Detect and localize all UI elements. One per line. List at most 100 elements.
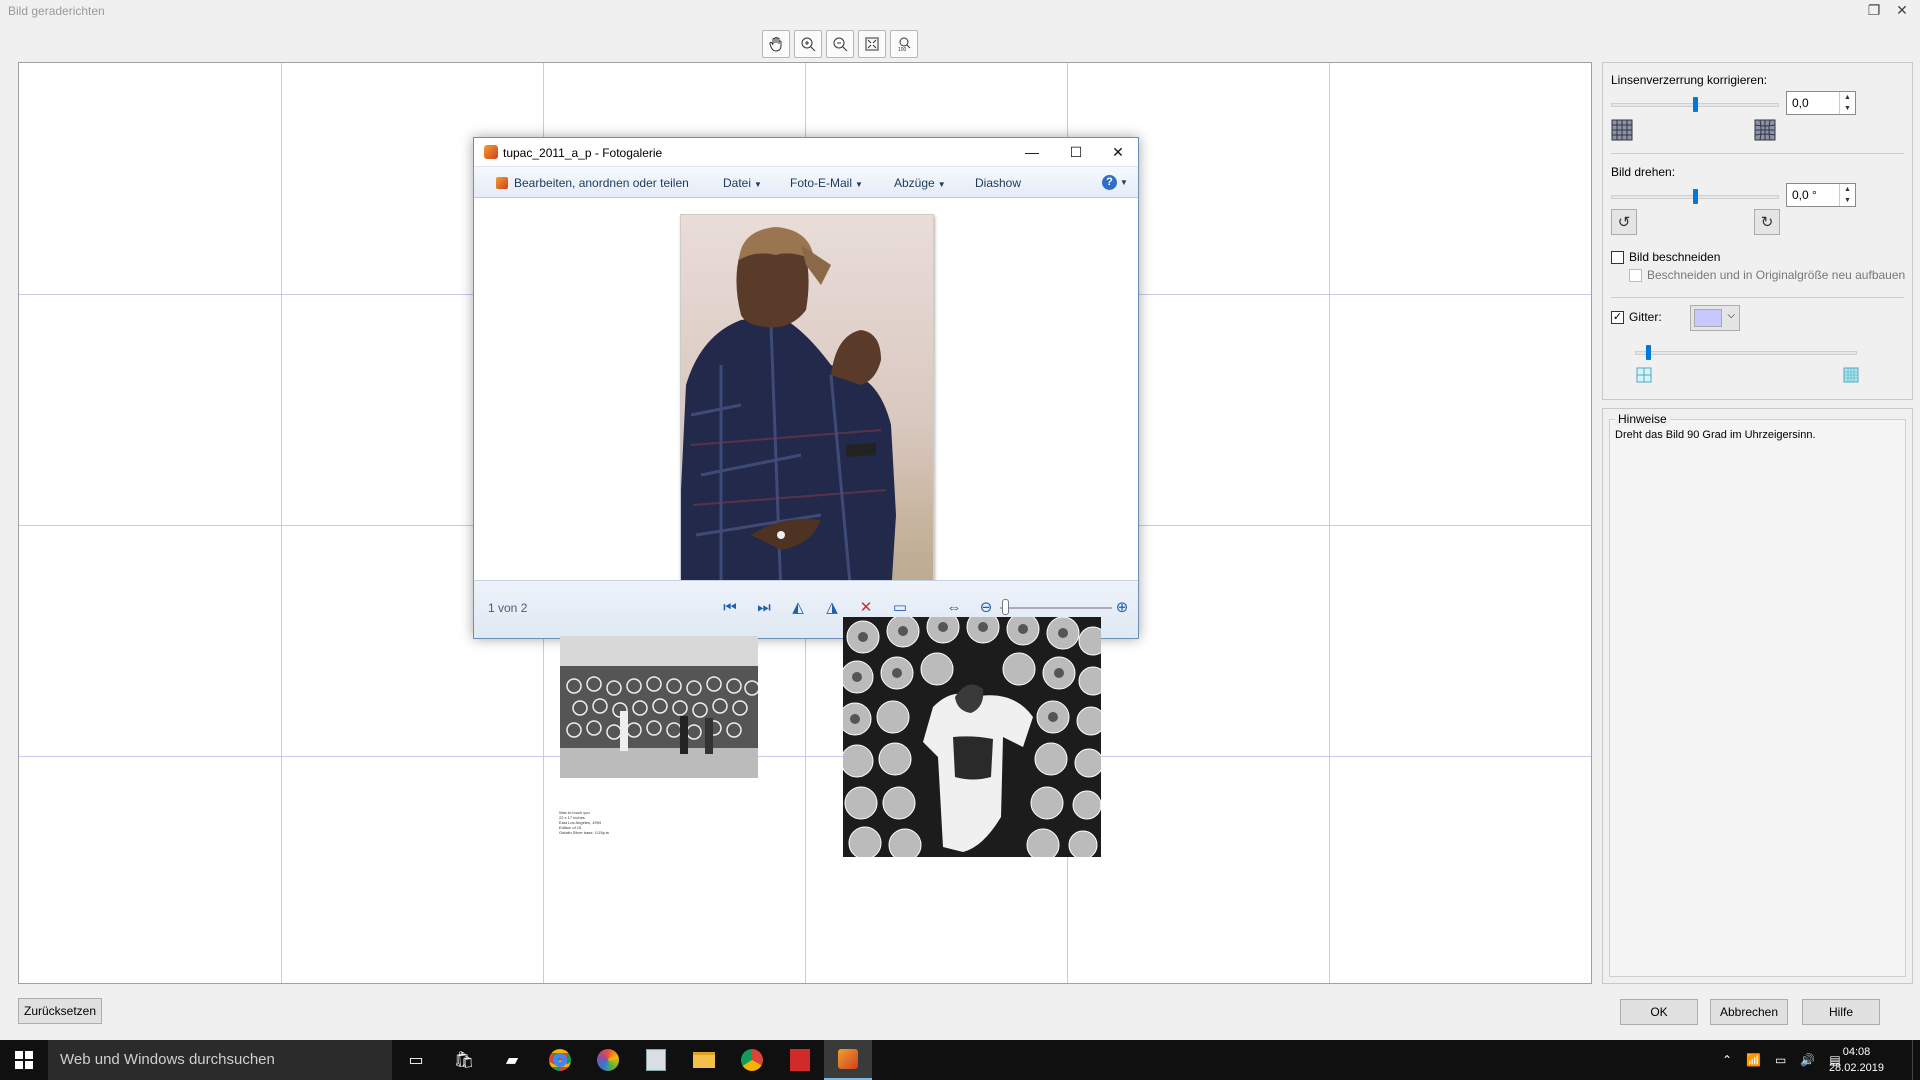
reset-button[interactable]: Zurücksetzen <box>18 998 102 1024</box>
lens-slider-thumb[interactable] <box>1693 97 1698 112</box>
system-tray: ⌃ 📶 ▭ 🔊 ▤ <box>1722 1040 1841 1080</box>
zoom-out-icon[interactable] <box>826 30 854 58</box>
menu-slideshow: Diashow <box>975 176 1021 190</box>
hand-icon[interactable] <box>762 30 790 58</box>
menu-prints-label: Abzüge <box>894 176 935 190</box>
preview-canvas[interactable]: tupac_2011_a_p - Fotogalerie — ☐ ✕ Bearb… <box>18 62 1592 984</box>
photo-gallery-titlebar: tupac_2011_a_p - Fotogalerie — ☐ ✕ <box>474 138 1138 166</box>
grid-line <box>1329 63 1330 983</box>
spinner-arrows-icon[interactable]: ▲ ▼ <box>1839 92 1855 114</box>
taskbar-clock[interactable]: 04:08 28.02.2019 <box>1829 1044 1884 1076</box>
bw-hubcap-photo <box>843 617 1101 857</box>
task-view-icon[interactable]: ▭ <box>392 1040 440 1080</box>
grid-line <box>19 756 1591 757</box>
photo-gallery-menubar: Bearbeiten, anordnen oder teilen Datei ▼ … <box>474 166 1138 198</box>
rotate-slider-thumb[interactable] <box>1693 189 1698 204</box>
cancel-button[interactable]: Abbrechen <box>1710 999 1788 1025</box>
clock-time: 04:08 <box>1842 1046 1871 1058</box>
hints-box <box>1609 419 1906 977</box>
rotate-right-button[interactable]: ↻ <box>1754 209 1780 235</box>
ok-button[interactable]: OK <box>1620 999 1698 1025</box>
hints-text: Dreht das Bild 90 Grad im Uhrzeigersinn. <box>1615 429 1816 441</box>
file-explorer-icon[interactable] <box>680 1040 728 1080</box>
menu-file-label: Datei <box>723 176 752 190</box>
hints-panel: Hinweise Dreht das Bild 90 Grad im Uhrze… <box>1602 408 1913 984</box>
svg-text:100: 100 <box>898 47 907 52</box>
volume-icon[interactable]: 🔊 <box>1800 1053 1815 1067</box>
crop-label: Bild beschneiden <box>1629 250 1721 264</box>
lens-value-spinner[interactable]: 0,0 ▲ ▼ <box>1786 91 1856 115</box>
spinner-arrows-icon[interactable]: ▲ ▼ <box>1839 184 1855 206</box>
grid-line <box>281 63 282 983</box>
slideshow-icon: ▭ <box>892 599 908 616</box>
menu-edit: Bearbeiten, anordnen oder teilen <box>496 176 689 190</box>
fine-grid-icon <box>1843 367 1859 383</box>
windows-logo-icon <box>15 1051 33 1069</box>
document-app-icon[interactable] <box>632 1040 680 1080</box>
pincushion-distortion-icon <box>1754 119 1776 141</box>
rotate-cw-icon: ↻ <box>1760 214 1774 231</box>
menu-prints: Abzüge ▼ <box>894 176 946 190</box>
fit-window-icon[interactable] <box>858 30 886 58</box>
crop-checkbox[interactable] <box>1611 251 1624 264</box>
dialog-title: Bild geraderichten <box>8 4 105 18</box>
photo-gallery-title: tupac_2011_a_p - Fotogalerie <box>503 146 663 160</box>
fit-icon: ⇔ <box>946 598 962 616</box>
barrel-distortion-icon <box>1611 119 1633 141</box>
chevron-up-icon[interactable]: ⌃ <box>1722 1053 1732 1067</box>
taskbar: Web und Windows durchsuchen ▭ 🛍 ▰ ⌃ 📶 ▭ … <box>0 1040 1920 1080</box>
rebuild-checkbox[interactable] <box>1629 269 1642 282</box>
photo-counter: 1 von 2 <box>488 601 528 615</box>
photos-icon[interactable]: ▰ <box>488 1040 536 1080</box>
hints-title: Hinweise <box>1615 412 1670 426</box>
help-button[interactable]: Hilfe <box>1802 999 1880 1025</box>
next-image-icon: ⏭ <box>757 598 771 616</box>
clock-date: 28.02.2019 <box>1828 1062 1884 1074</box>
lens-value: 0,0 <box>1792 96 1809 110</box>
grid-label: Gitter: <box>1629 310 1662 324</box>
zoom-out-icon: ⊖ <box>979 599 993 616</box>
start-button[interactable] <box>0 1040 48 1080</box>
store-icon[interactable]: 🛍 <box>440 1040 488 1080</box>
maximize-icon: ☐ <box>1069 144 1083 160</box>
first-image-icon: ⏮ <box>723 598 737 616</box>
chrome-icon[interactable] <box>536 1040 584 1080</box>
grid-color-dropdown[interactable]: ⌵ <box>1690 305 1740 331</box>
chrome-profile-icon[interactable] <box>728 1040 776 1080</box>
pdf-app-icon[interactable] <box>776 1040 824 1080</box>
rotate-ccw-icon: ↺ <box>1617 214 1631 231</box>
close-icon[interactable]: ✕ <box>1890 1 1914 21</box>
zoom-slider-thumb <box>1002 599 1009 615</box>
bw-street-photo <box>560 636 758 778</box>
menu-email: Foto-E-Mail ▼ <box>790 176 863 190</box>
taskbar-search-box[interactable]: Web und Windows durchsuchen <box>48 1040 392 1080</box>
grid-checkbox[interactable]: ✓ <box>1611 311 1624 324</box>
rotate-value-spinner[interactable]: 0,0 ° ▲ ▼ <box>1786 183 1856 207</box>
rotate-left-button[interactable]: ↺ <box>1611 209 1637 235</box>
photo-view <box>474 198 1138 594</box>
zoom-in-icon: ⊕ <box>1115 599 1129 616</box>
menu-file: Datei ▼ <box>723 176 762 190</box>
menu-slideshow-label: Diashow <box>975 176 1022 190</box>
photo-gallery-window: tupac_2011_a_p - Fotogalerie — ☐ ✕ Bearb… <box>473 137 1139 639</box>
chevron-down-icon: ⌵ <box>1727 310 1735 321</box>
dialog-titlebar: Bild geraderichten ❐ ✕ <box>0 0 1920 22</box>
divider <box>1611 297 1904 298</box>
settings-panel: Linsenverzerrung korrigieren: 0,0 ▲ ▼ Bil… <box>1602 62 1913 400</box>
show-desktop-button[interactable] <box>1912 1040 1920 1080</box>
chevron-down-icon: ▼ <box>855 180 863 189</box>
help-icon: ? ▼ <box>1102 174 1128 190</box>
actual-size-icon[interactable]: 100 <box>890 30 918 58</box>
grid-density-slider-track[interactable] <box>1635 351 1857 355</box>
zoom-in-icon[interactable] <box>794 30 822 58</box>
restore-icon[interactable]: ❐ <box>1862 1 1886 21</box>
grid-density-slider-thumb[interactable] <box>1646 345 1652 360</box>
minimize-icon: — <box>1025 144 1039 160</box>
chevron-down-icon: ▼ <box>754 180 762 189</box>
picasa-icon[interactable] <box>584 1040 632 1080</box>
photo-gallery-taskbar-icon[interactable] <box>824 1040 872 1080</box>
portrait-photo <box>680 214 934 594</box>
caption-line: Gelatin Silver base, 1/15p.ts <box>559 830 610 835</box>
network-icon[interactable]: 📶 <box>1746 1053 1761 1067</box>
battery-icon[interactable]: ▭ <box>1775 1053 1786 1067</box>
